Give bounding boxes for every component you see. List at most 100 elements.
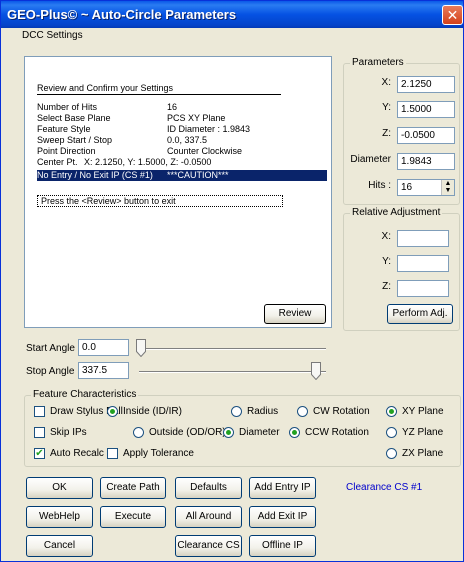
rel-y-field[interactable] (397, 255, 449, 272)
rel-z-label: Z: (382, 281, 391, 292)
parameters-title: Parameters (350, 57, 406, 68)
review-row: Sweep Start / Stop 0.0, 337.5 (37, 135, 207, 145)
review-row-label: Select Base Plane (37, 113, 111, 123)
diameter-radio[interactable]: Diameter (223, 427, 280, 438)
stop-angle-field[interactable]: 337.5 (78, 362, 129, 379)
ok-button[interactable]: OK (26, 477, 93, 499)
zx-plane-label: ZX Plane (402, 448, 444, 459)
radio-dot[interactable] (386, 427, 397, 438)
review-row-value: ID Diameter : 1.9843 (167, 124, 251, 134)
window-title: GEO-Plus© ~ Auto-Circle Parameters (7, 7, 237, 22)
defaults-button[interactable]: Defaults (175, 477, 242, 499)
perform-adj-button[interactable]: Perform Adj. (387, 304, 453, 324)
relative-adjustment-title: Relative Adjustment (350, 207, 443, 218)
checkbox-box[interactable] (34, 406, 45, 417)
create-path-button[interactable]: Create Path (100, 477, 166, 499)
close-icon[interactable]: ✕ (442, 5, 463, 25)
clearance-status: Clearance CS #1 (346, 482, 423, 493)
review-row-value: 16 (167, 102, 178, 112)
review-panel: Review and Confirm your Settings Number … (24, 56, 332, 328)
rel-x-label: X: (381, 231, 391, 242)
auto-recalc-checkbox[interactable]: ✔ Auto Recalc (34, 448, 104, 459)
review-row: Number of Hits 16 (37, 102, 177, 112)
checkbox-box[interactable] (34, 427, 45, 438)
ccw-rotation-label: CCW Rotation (305, 427, 369, 438)
stop-angle-slider-thumb[interactable] (311, 362, 322, 380)
checkmark-icon[interactable]: ✔ (34, 448, 45, 459)
webhelp-button[interactable]: WebHelp (26, 506, 93, 528)
skip-ips-label: Skip IPs (50, 427, 87, 438)
param-diameter-label: Diameter (350, 154, 391, 165)
inside-radio[interactable]: Inside (ID/IR) (107, 406, 182, 417)
spin-arrows-icon[interactable]: ▲ ▼ (441, 180, 454, 195)
radio-dot[interactable] (223, 427, 234, 438)
xy-plane-label: XY Plane (402, 406, 444, 417)
clearance-cs-button[interactable]: Clearance CS (175, 535, 242, 557)
title-bar[interactable]: GEO-Plus© ~ Auto-Circle Parameters ✕ (1, 1, 463, 28)
radio-dot[interactable] (386, 448, 397, 459)
feature-characteristics-group: Feature Characteristics Draw Stylus Ball… (24, 389, 461, 467)
all-around-button[interactable]: All Around (175, 506, 242, 528)
hits-stepper[interactable]: 16 ▲ ▼ (397, 179, 455, 196)
diameter-label: Diameter (239, 427, 280, 438)
review-row-caution: No Entry / No Exit IP (CS #1) ***CAUTION… (37, 170, 327, 181)
rel-x-field[interactable] (397, 230, 449, 247)
yz-plane-radio[interactable]: YZ Plane (386, 427, 443, 438)
cw-rotation-radio[interactable]: CW Rotation (297, 406, 370, 417)
review-row-value: ***CAUTION*** (167, 170, 229, 180)
review-prompt: Press the <Review> button to exit (37, 195, 283, 207)
skip-ips-checkbox[interactable]: Skip IPs (34, 427, 87, 438)
start-angle-field[interactable]: 0.0 (78, 339, 129, 356)
outside-radio[interactable]: Outside (OD/OR) (133, 427, 226, 438)
feature-characteristics-title: Feature Characteristics (31, 389, 139, 400)
stop-angle-label: Stop Angle (26, 366, 75, 377)
outside-label: Outside (OD/OR) (149, 427, 226, 438)
menu-item-dcc-settings[interactable]: DCC Settings (22, 30, 83, 41)
review-row-value: PCS XY Plane (167, 113, 226, 123)
spin-up-icon[interactable]: ▲ (442, 180, 454, 187)
param-x-field[interactable]: 2.1250 (397, 76, 455, 93)
menu-bar: DCC Settings (1, 28, 463, 45)
review-row-label: Sweep Start / Stop (37, 135, 113, 145)
start-angle-slider-thumb[interactable] (136, 339, 146, 357)
checkbox-box[interactable] (107, 448, 118, 459)
review-row-label: No Entry / No Exit IP (CS #1) (37, 170, 153, 180)
apply-tolerance-checkbox[interactable]: Apply Tolerance (107, 448, 194, 459)
review-header: Review and Confirm your Settings (37, 83, 174, 93)
offline-ip-button[interactable]: Offline IP (249, 535, 316, 557)
radio-dot[interactable] (386, 406, 397, 417)
radio-dot[interactable] (231, 406, 242, 417)
review-row: Feature Style ID Diameter : 1.9843 (37, 124, 250, 134)
param-y-field[interactable]: 1.5000 (397, 101, 455, 118)
param-z-field[interactable]: -0.0500 (397, 127, 455, 144)
rel-z-field[interactable] (397, 280, 449, 297)
review-row-value: Counter Clockwise (167, 146, 243, 156)
radio-dot[interactable] (107, 406, 118, 417)
add-entry-ip-button[interactable]: Add Entry IP (249, 477, 316, 499)
start-angle-label: Start Angle (26, 343, 75, 354)
ccw-rotation-radio[interactable]: CCW Rotation (289, 427, 369, 438)
review-row-label: Center Pt. (37, 157, 78, 167)
param-diameter-field[interactable]: 1.9843 (397, 153, 455, 170)
review-row: Center Pt. X: 2.1250, Y: 1.5000, Z: -0.0… (37, 157, 211, 167)
zx-plane-radio[interactable]: ZX Plane (386, 448, 443, 459)
xy-plane-radio[interactable]: XY Plane (386, 406, 444, 417)
radius-radio[interactable]: Radius (231, 406, 278, 417)
start-angle-track[interactable] (139, 348, 326, 350)
radius-label: Radius (247, 406, 279, 417)
radio-dot[interactable] (133, 427, 144, 438)
hits-value: 16 (401, 182, 413, 193)
review-button[interactable]: Review (264, 304, 326, 324)
review-row-label: Point Direction (37, 146, 96, 156)
stop-angle-track[interactable] (139, 371, 326, 373)
cancel-button[interactable]: Cancel (26, 535, 93, 557)
review-row: Point Direction Counter Clockwise (37, 146, 242, 156)
execute-button[interactable]: Execute (100, 506, 166, 528)
add-exit-ip-button[interactable]: Add Exit IP (249, 506, 316, 528)
spin-down-icon[interactable]: ▼ (442, 187, 454, 194)
review-row-value: 0.0, 337.5 (167, 135, 208, 145)
param-hits-label: Hits : (368, 180, 391, 191)
radio-dot[interactable] (289, 427, 300, 438)
cw-rotation-label: CW Rotation (313, 406, 370, 417)
radio-dot[interactable] (297, 406, 308, 417)
